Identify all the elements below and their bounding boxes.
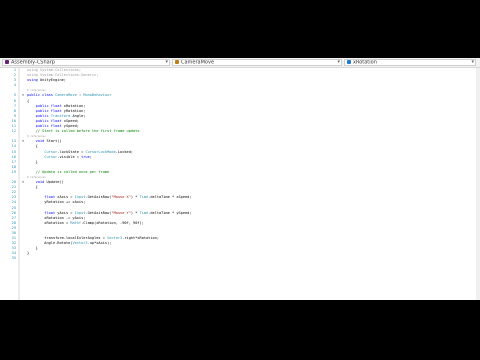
- code-token: UnityEngine;: [39, 78, 66, 83]
- code-token: .up*xAxis);: [87, 241, 112, 246]
- code-token: xAxis =: [57, 195, 75, 200]
- code-token: {: [27, 98, 30, 103]
- member-dropdown[interactable]: xRotation ▾: [344, 59, 476, 66]
- code-token: .GetAxisRaw(: [85, 210, 112, 215]
- line-number: 35: [11, 256, 16, 261]
- code-token: xRotation;: [63, 103, 86, 108]
- code-token: Vector3: [107, 236, 123, 241]
- code-token: transform.localEulerAngles =: [27, 236, 108, 241]
- class-label: CameraMove: [181, 59, 215, 66]
- code-line: 35: [0, 256, 480, 261]
- navigation-bar: Assembly-CSharp ▾ CameraMove ▾ xRotation…: [0, 58, 480, 68]
- vertical-scrollbar[interactable]: [476, 68, 480, 300]
- code-token: using System.Collections;: [27, 68, 82, 72]
- code-token: using: [27, 78, 40, 83]
- project-dropdown[interactable]: Assembly-CSharp ▾: [2, 59, 170, 66]
- code-token: public float: [27, 124, 64, 129]
- code-token: public float: [27, 103, 64, 108]
- code-token: .deltaTime * ySpeed;: [148, 210, 192, 215]
- video-frame: Assembly-CSharp ▾ CameraMove ▾ xRotation…: [0, 0, 480, 360]
- chevron-down-icon: ▾: [471, 59, 474, 65]
- code-token: Mathf: [70, 220, 82, 225]
- code-token: Angle.Rotate(: [27, 241, 73, 246]
- code-token: }: [27, 159, 38, 164]
- code-token: using System.Collections.Generic;: [27, 73, 99, 78]
- code-token: "Mouse Y": [111, 210, 131, 215]
- code-token: "Mouse X": [111, 195, 131, 200]
- csharp-project-icon: [5, 60, 9, 64]
- code-token: float: [27, 195, 58, 200]
- code-area[interactable]: 1 using System.Collections; 2 using System.…: [0, 68, 480, 300]
- chevron-down-icon: ▾: [337, 59, 340, 65]
- code-token: ySpeed;: [63, 124, 79, 129]
- code-token: {: [27, 185, 38, 190]
- code-token: Input: [74, 210, 86, 215]
- code-token: xRotation =: [27, 220, 71, 225]
- code-token: .GetAxisRaw(: [85, 195, 112, 200]
- code-token: CursorLockMode: [85, 149, 116, 154]
- code-token: Cursor: [44, 154, 58, 159]
- code-token: public float: [27, 108, 64, 113]
- code-token: void: [27, 180, 47, 185]
- code-token: public class: [27, 93, 56, 98]
- chevron-down-icon: ▾: [165, 59, 168, 65]
- code-token: void: [27, 139, 47, 144]
- class-icon: [175, 60, 179, 64]
- code-token: float: [27, 210, 58, 215]
- code-token: xRotation -= yAxis;: [27, 215, 86, 220]
- code-token: Time: [139, 195, 149, 200]
- code-token: CameraMove: [55, 93, 77, 98]
- code-token: Angle;: [70, 113, 86, 118]
- code-token: .deltaTime * xSpeed;: [148, 195, 192, 200]
- field-icon: [347, 60, 351, 64]
- code-token: Update(): [46, 180, 64, 185]
- code-token: Time: [139, 210, 149, 215]
- code-token: Input: [74, 195, 86, 200]
- code-token: Cursor: [44, 149, 58, 154]
- code-token: ) *: [130, 210, 140, 215]
- class-dropdown[interactable]: CameraMove ▾: [172, 59, 342, 66]
- code-token: Transform: [50, 113, 71, 118]
- code-token: yAxis =: [57, 210, 75, 215]
- code-token: .Locked;: [115, 149, 134, 154]
- code-token: public float: [27, 118, 64, 123]
- code-token: // Update is called once per frame: [27, 169, 110, 174]
- code-token: {: [27, 144, 38, 149]
- code-token: // Start is called before the first fram…: [27, 129, 140, 134]
- code-token: yRotation += xAxis;: [27, 200, 86, 205]
- member-label: xRotation: [353, 59, 377, 66]
- code-token: xSpeed;: [63, 118, 79, 123]
- code-token: Vector3: [72, 241, 88, 246]
- code-token: .Clamp(xRotation, -90f, 90f);: [81, 220, 144, 225]
- code-token: ) *: [130, 195, 140, 200]
- code-token: yRotation;: [63, 108, 86, 113]
- code-token: }: [27, 251, 30, 256]
- code-token: .right*xRotation;: [122, 236, 160, 241]
- code-editor[interactable]: Assembly-CSharp ▾ CameraMove ▾ xRotation…: [0, 58, 480, 300]
- code-token: public: [27, 113, 51, 118]
- code-token: }: [27, 246, 38, 251]
- code-token: .visible =: [57, 154, 82, 159]
- code-token: MonoBehaviour: [83, 93, 112, 98]
- project-label: Assembly-CSharp: [11, 59, 55, 66]
- code-token: .lockState =: [57, 149, 86, 154]
- code-token: true: [81, 154, 90, 159]
- code-token: Start(): [46, 139, 62, 144]
- code-token: ;: [89, 154, 92, 159]
